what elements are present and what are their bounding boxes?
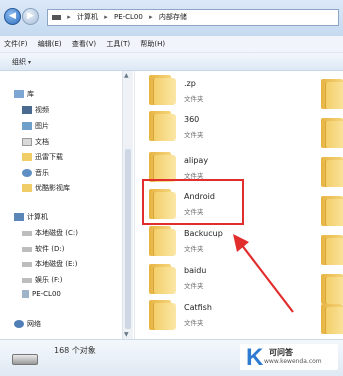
folder-type: 文件夹 xyxy=(184,319,204,327)
menu-edit[interactable]: 编辑(E) xyxy=(34,36,66,53)
device-drive-icon xyxy=(12,354,38,365)
item-count: 168 个对象 xyxy=(54,346,96,355)
forward-button[interactable]: ▶ xyxy=(22,8,39,25)
nav-drive-label: 软件 (D:) xyxy=(35,245,65,253)
chevron-right-icon: ▸ xyxy=(149,13,153,21)
folder-icon xyxy=(149,152,177,182)
nav-item-video[interactable]: 视频 xyxy=(22,105,49,115)
folder-icon xyxy=(149,111,177,141)
folder-name: Backucup xyxy=(184,229,223,238)
watermark: K 可问答 www.kewenda.com xyxy=(240,344,338,371)
annotation-arrow xyxy=(233,234,294,313)
folder-small-icon xyxy=(52,14,61,20)
nav-drive-d[interactable]: 软件 (D:) xyxy=(22,244,64,254)
device-icon xyxy=(22,290,29,298)
menu-help[interactable]: 帮助(H) xyxy=(136,36,169,53)
menu-view[interactable]: 查看(V) xyxy=(68,36,100,53)
folder-icon xyxy=(149,226,177,256)
back-button[interactable]: ◀ xyxy=(4,8,21,25)
folder-name: baidu xyxy=(184,266,207,275)
command-bar: 组织 xyxy=(0,53,343,71)
document-icon xyxy=(22,138,32,146)
nav-computer[interactable]: 计算机 xyxy=(14,212,48,222)
folder-icon[interactable] xyxy=(321,196,343,226)
folder-icon[interactable] xyxy=(321,118,343,148)
navigation-pane: 库 视频 图片 文档 迅雷下载 音乐 优酷影视库 计算机 本地磁盘 (C:) 软… xyxy=(0,71,135,339)
hard-drive-icon xyxy=(22,230,32,236)
computer-icon xyxy=(14,213,24,221)
watermark-url: www.kewenda.com xyxy=(264,358,322,365)
nav-scrollbar[interactable]: ▲ ▼ xyxy=(122,71,133,341)
nav-item-label: 音乐 xyxy=(35,169,49,177)
folder-type: 文件夹 xyxy=(184,95,204,103)
nav-library[interactable]: 库 xyxy=(14,89,34,99)
folder-icon xyxy=(149,75,177,105)
scroll-up-icon[interactable]: ▲ xyxy=(124,72,129,79)
music-icon xyxy=(22,169,32,177)
nav-drive-f[interactable]: 娱乐 (F:) xyxy=(22,275,63,285)
nav-item-documents[interactable]: 文档 xyxy=(22,137,49,147)
nav-item-label: 迅雷下载 xyxy=(35,153,63,161)
hard-drive-icon xyxy=(22,246,32,252)
library-icon xyxy=(14,90,24,98)
nav-item-label: 优酷影视库 xyxy=(35,184,70,192)
address-segment-device[interactable]: PE-CL00 xyxy=(114,13,143,21)
address-field[interactable]: ▸ 计算机 ▸ PE-CL00 ▸ 内部存储 xyxy=(47,9,339,26)
folder-type: 文件夹 xyxy=(184,131,204,139)
folder-type: 文件夹 xyxy=(184,245,204,253)
annotation-highlight-box xyxy=(142,179,244,225)
nav-drive-label: PE-CL00 xyxy=(32,290,61,298)
folder-icon[interactable] xyxy=(321,235,343,265)
hard-drive-icon xyxy=(22,261,32,267)
folder-icon xyxy=(149,300,177,330)
nav-item-label: 视频 xyxy=(35,106,49,114)
folder-icon[interactable] xyxy=(321,304,343,334)
scroll-down-icon[interactable]: ▼ xyxy=(124,331,129,338)
network-icon xyxy=(14,320,24,328)
folder-name: 360 xyxy=(184,115,200,124)
video-icon xyxy=(22,106,32,114)
nav-item-youku[interactable]: 优酷影视库 xyxy=(22,183,70,193)
nav-library-label: 库 xyxy=(27,90,34,98)
menu-file[interactable]: 文件(F) xyxy=(0,36,32,53)
chevron-right-icon: ▸ xyxy=(67,13,71,21)
address-segment-storage[interactable]: 内部存储 xyxy=(159,13,187,21)
folder-icon[interactable] xyxy=(321,157,343,187)
nav-drive-label: 本地磁盘 (C:) xyxy=(35,229,78,237)
folder-icon xyxy=(22,184,32,192)
nav-item-thunder[interactable]: 迅雷下载 xyxy=(22,152,63,162)
menu-tools[interactable]: 工具(T) xyxy=(102,36,134,53)
organize-button[interactable]: 组织 xyxy=(12,57,31,67)
nav-item-pictures[interactable]: 图片 xyxy=(22,121,49,131)
nav-item-label: 文档 xyxy=(35,138,49,146)
menu-bar: 文件(F) 编辑(E) 查看(V) 工具(T) 帮助(H) xyxy=(0,36,343,53)
nav-item-music[interactable]: 音乐 xyxy=(22,168,49,178)
nav-device-pe[interactable]: PE-CL00 xyxy=(22,290,61,298)
address-segment-computer[interactable]: 计算机 xyxy=(77,13,98,21)
nav-network[interactable]: 网络 xyxy=(14,319,41,329)
nav-drive-e[interactable]: 本地磁盘 (E:) xyxy=(22,259,77,269)
folder-icon xyxy=(149,264,177,294)
watermark-logo: K xyxy=(246,344,264,371)
chevron-right-icon: ▸ xyxy=(104,13,108,21)
folder-icon[interactable] xyxy=(321,79,343,109)
nav-item-label: 图片 xyxy=(35,122,49,130)
folder-icon[interactable] xyxy=(321,274,343,304)
watermark-title: 可问答 xyxy=(269,348,293,357)
nav-network-label: 网络 xyxy=(27,320,41,328)
folder-type: 文件夹 xyxy=(184,282,204,290)
folder-name: alipay xyxy=(184,156,209,165)
folder-icon xyxy=(22,153,32,161)
nav-drive-label: 本地磁盘 (E:) xyxy=(35,260,78,268)
picture-icon xyxy=(22,122,32,130)
address-bar-area: ◀ ▶ ▸ 计算机 ▸ PE-CL00 ▸ 内部存储 xyxy=(0,0,343,36)
nav-computer-label: 计算机 xyxy=(27,213,48,221)
scrollbar-thumb[interactable] xyxy=(125,149,131,329)
nav-drive-c[interactable]: 本地磁盘 (C:) xyxy=(22,228,78,238)
nav-drive-label: 娱乐 (F:) xyxy=(35,276,63,284)
folder-name: Catfish xyxy=(184,303,212,312)
hard-drive-icon xyxy=(22,277,32,283)
folder-name: .zp xyxy=(184,79,196,88)
